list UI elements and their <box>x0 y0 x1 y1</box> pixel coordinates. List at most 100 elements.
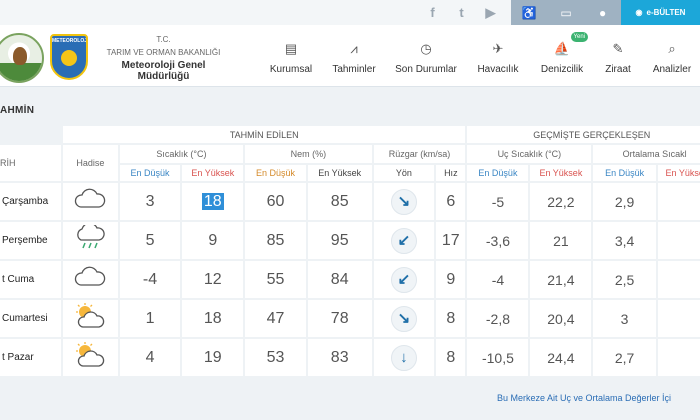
facebook-icon[interactable]: f <box>418 5 447 20</box>
temp-low: 1 <box>119 300 181 337</box>
avg-high <box>657 300 700 337</box>
past-high: 20,4 <box>530 300 592 337</box>
sub-low: En Düşük <box>593 165 656 181</box>
nav-ziraat[interactable]: ✎ Ziraat <box>592 25 644 87</box>
temp-low: 3 <box>119 183 181 220</box>
wind-arrow-icon: ↙ <box>390 227 417 254</box>
wind-speed: 8 <box>436 339 466 376</box>
weather-icon-cell <box>63 183 118 220</box>
temp-header: Sıcaklık (°C) <box>119 145 244 163</box>
past-group-header: GEÇMİŞTE GERÇEKLEŞEN <box>467 126 700 143</box>
youtube-icon[interactable]: ▶ <box>476 5 505 21</box>
temp-low: 4 <box>119 339 181 376</box>
cloud-icon <box>73 188 107 214</box>
temp-high: 19 <box>182 339 244 376</box>
nav-denizcilik[interactable]: Yeni ⛵ Denizcilik <box>532 25 592 87</box>
past-low: -10,5 <box>467 339 529 376</box>
past-high: 24,4 <box>530 339 592 376</box>
nav-tahminler[interactable]: ⩘ Tahminler <box>320 25 388 87</box>
past-low: -4 <box>467 261 529 298</box>
weather-icon-cell <box>63 300 118 337</box>
nav-havacilik[interactable]: ✈ Havacılık <box>464 25 532 87</box>
day-cell: t Pazar <box>0 339 62 376</box>
microphone-icon[interactable]: ● <box>594 6 612 20</box>
sub-high: En Yüksek <box>657 165 700 181</box>
past-low: -3,6 <box>467 222 529 259</box>
wind-direction: ↙ <box>373 222 435 259</box>
temp-high: 18 <box>182 183 244 220</box>
past-high: 21 <box>530 222 592 259</box>
humidity-high: 78 <box>307 300 372 337</box>
meteorology-logo[interactable]: METEOROLOJI <box>50 34 88 80</box>
partly-cloudy-icon <box>73 342 107 372</box>
day-cell: Çarşamba <box>0 183 62 220</box>
day-cell: Cumartesi <box>0 300 62 337</box>
sub-low: En Düşük <box>119 165 181 181</box>
forecast-table: TAHMİN EDİLEN GEÇMİŞTE GERÇEKLEŞEN RİH H… <box>0 124 700 378</box>
search-chart-icon: ⌕ <box>668 41 676 56</box>
wind-header: Rüzgar (km/sa) <box>373 145 466 163</box>
past-low: -2,8 <box>467 300 529 337</box>
sub-high: En Yüksek <box>530 165 592 181</box>
nav-son-durumlar[interactable]: ◷ Son Durumlar <box>388 25 464 87</box>
tool-icons: ♿ ▭ ● <box>511 0 621 25</box>
e-bulten-button[interactable]: ◉ e-BÜLTEN <box>621 0 700 25</box>
nav-label: Kurumsal <box>269 64 313 75</box>
temp-low: 5 <box>119 222 181 259</box>
ministry-logo[interactable] <box>0 33 44 83</box>
extreme-temp-header: Uç Sıcaklık (°C) <box>467 145 592 163</box>
meteorology-logo-text: METEOROLOJI <box>52 38 88 44</box>
past-high: 21,4 <box>530 261 592 298</box>
organization-name: T.C. TARIM VE ORMAN BAKANLIĞI Meteoroloj… <box>96 35 231 82</box>
nav-label: Analizler <box>652 64 692 75</box>
main-nav: ▤ Kurumsal ⩘ Tahminler ◷ Son Durumlar ✈ … <box>262 25 700 87</box>
past-high: 22,2 <box>530 183 592 220</box>
sub-high: En Yüksek <box>182 165 244 181</box>
sub-low: En Düşük <box>467 165 529 181</box>
averages-link[interactable]: Bu Merkeze Ait Uç ve Ortalama Değerler İ… <box>497 393 671 403</box>
avg-low: 3 <box>593 300 656 337</box>
table-row: Cumartesi 1 18 47 78 ↘ 8 -2,8 20,4 3 <box>0 300 700 337</box>
humidity-header: Nem (%) <box>245 145 372 163</box>
page-title: AHMİN <box>0 105 35 116</box>
hadise-header: Hadise <box>63 145 118 181</box>
temp-low: -4 <box>119 261 181 298</box>
cloud-rain-icon <box>73 222 107 255</box>
clock-icon: ◷ <box>420 41 432 56</box>
twitter-icon[interactable]: t <box>447 5 476 20</box>
org-ministry: TARIM VE ORMAN BAKANLIĞI <box>106 48 221 57</box>
nav-label: Ziraat <box>605 64 631 75</box>
table-row: t Cuma -4 12 55 84 ↙ 9 -4 21,4 2,5 <box>0 261 700 298</box>
nav-label: Tahminler <box>332 64 376 75</box>
nav-label: Havacılık <box>477 64 519 75</box>
avg-high <box>657 222 700 259</box>
day-cell: t Cuma <box>0 261 62 298</box>
monitor-icon[interactable]: ▭ <box>557 6 575 20</box>
forecast-group-header: TAHMİN EDİLEN <box>63 126 466 143</box>
cloud-icon <box>73 266 107 292</box>
weather-icon-cell <box>63 339 118 376</box>
avg-high <box>657 183 700 220</box>
day-cell: Perşembe <box>0 222 62 259</box>
table-row: t Pazar 4 19 53 83 ↓ 8 -10,5 24,4 2,7 <box>0 339 700 376</box>
nav-label: Denizcilik <box>540 64 584 75</box>
avg-high <box>657 261 700 298</box>
document-icon: ▤ <box>284 41 298 56</box>
nav-analizler[interactable]: ⌕ Analizler <box>644 25 700 87</box>
avg-low: 3,4 <box>593 222 656 259</box>
wind-speed: 17 <box>436 222 466 259</box>
wind-direction: ↘ <box>373 300 435 337</box>
boat-icon: ⛵ <box>553 41 571 56</box>
humidity-low: 85 <box>245 222 306 259</box>
humidity-low: 60 <box>245 183 306 220</box>
accessibility-icon[interactable]: ♿ <box>520 6 538 20</box>
chart-icon: ⩘ <box>350 41 358 56</box>
humidity-high: 83 <box>307 339 372 376</box>
nav-kurumsal[interactable]: ▤ Kurumsal <box>262 25 320 87</box>
avg-low: 2,9 <box>593 183 656 220</box>
wind-direction: ↙ <box>373 261 435 298</box>
weather-icon-cell <box>63 222 118 259</box>
wind-speed: 8 <box>436 300 466 337</box>
plane-icon: ✈ <box>492 41 504 56</box>
humidity-high: 95 <box>307 222 372 259</box>
